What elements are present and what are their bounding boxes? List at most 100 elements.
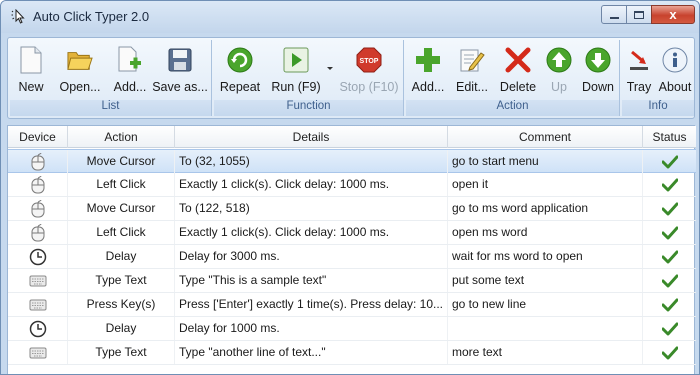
cell-details: Type "another line of text..." xyxy=(175,341,448,364)
up-button-label: Up xyxy=(551,80,567,94)
minimize-button[interactable] xyxy=(601,5,627,24)
new-button[interactable]: New xyxy=(16,42,46,98)
cell-comment: open it xyxy=(448,173,643,196)
clock-icon xyxy=(8,317,68,340)
floppy-disk-icon xyxy=(168,48,192,72)
play-icon xyxy=(283,47,309,73)
table-row[interactable]: Left Click Exactly 1 click(s). Click dela… xyxy=(8,221,696,245)
status-check-icon xyxy=(643,341,696,364)
column-header-status[interactable]: Status xyxy=(643,126,696,148)
svg-text:STOP: STOP xyxy=(360,58,379,65)
cell-details: Delay for 3000 ms. xyxy=(175,245,448,268)
close-button[interactable]: x xyxy=(651,5,695,24)
column-header-device[interactable]: Device xyxy=(8,126,68,148)
add-action-button[interactable]: Add... xyxy=(410,42,446,98)
cell-comment: put some text xyxy=(448,269,643,292)
save-as-button[interactable]: Save as... xyxy=(152,42,208,98)
cell-comment: open ms word xyxy=(448,221,643,244)
table-row[interactable]: Delay Delay for 3000 ms. wait for ms word … xyxy=(8,245,696,269)
add-action-button-label: Add... xyxy=(411,80,445,94)
edit-button-label: Edit... xyxy=(456,80,488,94)
table-row[interactable]: Type Text Type "another line of text..." m… xyxy=(8,341,696,365)
table-row[interactable]: Delay Delay for 1000 ms. xyxy=(8,317,696,341)
stop-button[interactable]: STOP Stop (F10) xyxy=(338,42,400,98)
group-list: New Open... Add... Save as... List xyxy=(10,40,212,116)
mouse-icon xyxy=(8,221,68,244)
new-document-icon xyxy=(20,46,42,74)
tray-button[interactable]: Tray xyxy=(624,42,654,98)
title-bar[interactable]: Auto Click Typer 2.0 x xyxy=(1,1,699,33)
status-check-icon xyxy=(643,150,696,173)
mouse-icon xyxy=(8,197,68,220)
mouse-icon xyxy=(8,150,68,173)
delete-button[interactable]: Delete xyxy=(498,42,538,98)
cell-comment: more text xyxy=(448,341,643,364)
cell-details: Delay for 1000 ms. xyxy=(175,317,448,340)
group-info: Tray About Info xyxy=(622,40,694,116)
table-row[interactable]: Type Text Type "This is a sample text" put… xyxy=(8,269,696,293)
status-check-icon xyxy=(643,245,696,268)
add-list-button-label: Add... xyxy=(113,80,147,94)
save-as-button-label: Save as... xyxy=(152,80,208,94)
column-header-details[interactable]: Details xyxy=(175,126,448,148)
cell-details: Exactly 1 click(s). Click delay: 1000 ms… xyxy=(175,173,448,196)
add-list-button[interactable]: Add... xyxy=(112,42,148,98)
maximize-button[interactable] xyxy=(626,5,652,24)
window-title: Auto Click Typer 2.0 xyxy=(33,9,150,24)
cell-action: Press Key(s) xyxy=(68,293,175,316)
cell-action: Delay xyxy=(68,317,175,340)
cell-comment xyxy=(448,317,643,340)
table-row[interactable]: Move Cursor To (32, 1055) go to start menu xyxy=(8,149,696,173)
cell-details: To (122, 518) xyxy=(175,197,448,220)
group-label-list: List xyxy=(10,100,211,116)
open-button-label: Open... xyxy=(59,80,101,94)
open-folder-icon xyxy=(67,52,93,70)
up-button[interactable]: Up xyxy=(544,42,574,98)
cell-details: Type "This is a sample text" xyxy=(175,269,448,292)
cell-action: Move Cursor xyxy=(68,150,175,173)
table-row[interactable]: Press Key(s) Press ['Enter'] exactly 1 ti… xyxy=(8,293,696,317)
repeat-button[interactable]: Repeat xyxy=(220,42,260,98)
run-button[interactable]: Run (F9) xyxy=(268,42,324,98)
cell-comment: go to new line xyxy=(448,293,643,316)
status-check-icon xyxy=(643,173,696,196)
plus-icon xyxy=(416,48,440,72)
column-header-action[interactable]: Action xyxy=(68,126,175,148)
repeat-button-label: Repeat xyxy=(219,80,261,94)
cell-details: Press ['Enter'] exactly 1 time(s). Press… xyxy=(175,293,448,316)
table-row[interactable]: Move Cursor To (122, 518) go to ms word ap… xyxy=(8,197,696,221)
keyboard-icon xyxy=(8,293,68,316)
maximize-icon xyxy=(634,10,644,19)
status-check-icon xyxy=(643,317,696,340)
info-icon xyxy=(662,47,688,73)
keyboard-icon xyxy=(8,341,68,364)
about-button-label: About xyxy=(658,80,692,94)
column-header-comment[interactable]: Comment xyxy=(448,126,643,148)
about-button[interactable]: About xyxy=(658,42,692,98)
add-document-icon xyxy=(118,46,141,72)
edit-button[interactable]: Edit... xyxy=(454,42,490,98)
app-icon xyxy=(11,9,25,24)
table-row[interactable]: Left Click Exactly 1 click(s). Click dela… xyxy=(8,173,696,197)
arrow-up-icon xyxy=(546,47,572,73)
run-dropdown-chevron-icon[interactable] xyxy=(326,66,334,72)
stop-sign-icon: STOP xyxy=(356,47,382,73)
cell-action: Type Text xyxy=(68,269,175,292)
clock-icon xyxy=(8,245,68,268)
status-check-icon xyxy=(643,221,696,244)
group-action: Add... Edit... Delete Up Down Action xyxy=(406,40,620,116)
status-check-icon xyxy=(643,197,696,220)
delete-x-icon xyxy=(505,47,531,73)
down-button[interactable]: Down xyxy=(580,42,616,98)
delete-button-label: Delete xyxy=(499,80,537,94)
window-controls: x xyxy=(601,5,695,25)
app-window: Auto Click Typer 2.0 x New Open... Add..… xyxy=(0,0,700,375)
cell-comment: wait for ms word to open xyxy=(448,245,643,268)
stop-button-label: Stop (F10) xyxy=(339,80,399,94)
keyboard-icon xyxy=(8,269,68,292)
close-icon: x xyxy=(669,7,677,22)
minimize-icon xyxy=(609,16,619,19)
open-button[interactable]: Open... xyxy=(58,42,102,98)
group-function: Repeat Run (F9) STOP Stop (F10) Function xyxy=(214,40,404,116)
tray-icon xyxy=(630,50,648,70)
